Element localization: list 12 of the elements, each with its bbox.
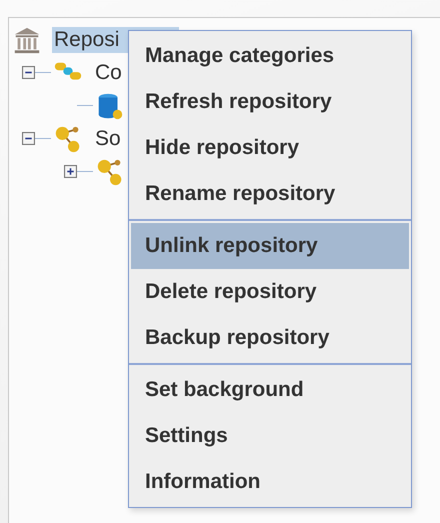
collapse-toggle[interactable]	[22, 132, 35, 145]
menu-item[interactable]: Information	[131, 459, 409, 505]
menu-item[interactable]: Rename repository	[131, 171, 409, 217]
collapse-toggle[interactable]	[22, 66, 35, 79]
menu-item[interactable]: Hide repository	[131, 125, 409, 171]
menu-item[interactable]: Backup repository	[131, 315, 409, 361]
menu-item[interactable]: Set background	[131, 367, 409, 413]
menu-item[interactable]: Unlink repository	[131, 223, 409, 269]
expand-toggle[interactable]	[64, 165, 77, 178]
menu-item[interactable]: Delete repository	[131, 269, 409, 315]
menu-item[interactable]: Refresh repository	[131, 79, 409, 125]
menu-item[interactable]: Settings	[131, 413, 409, 459]
